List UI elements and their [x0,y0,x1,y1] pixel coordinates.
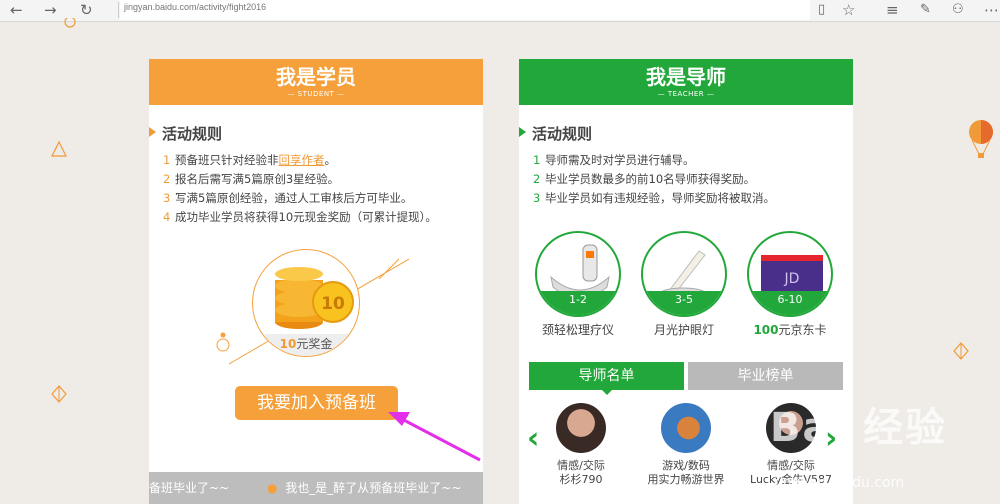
teacher-subtitle: — TEACHER — [657,90,715,98]
mentor-category: 情感/交际 [557,459,605,472]
web-note-icon[interactable]: ✎ [920,0,931,22]
coin-value: 10 [321,294,345,314]
lamp-prize-badge: 3-5 [641,231,727,317]
teacher-header: 我是导师 — TEACHER — [519,59,853,105]
student-rules-list: 1 预备班只针对经验非回享作者。 2 报名后需写满5篇原创3星经验。 3 写满5篇原创… [163,151,437,227]
mentor-card[interactable]: 情感/交际 杉杉790 [531,403,631,487]
prize-item: 3-5 月光护眼灯 [641,231,727,338]
kite-deco-icon-2 [953,342,969,360]
balloon-deco-icon [969,120,993,158]
triangle-deco-icon [51,140,67,157]
browser-toolbar: ← → ↻ jingyan.baidu.com/activity/fight20… [0,0,1000,22]
ring-deco-icon [64,18,76,28]
student-rules-heading: 活动规则 [149,123,222,144]
prize-item: 1-2 颈轻松理疗仪 [535,231,621,338]
prize-rank: 3-5 [643,291,725,315]
triangle-bullet-icon [149,127,156,137]
avatar [556,403,606,453]
jd-card-prize-badge: JD 6-10 [747,231,833,317]
teacher-rules-heading: 活动规则 [519,123,592,144]
author-link[interactable]: 回享作者 [279,153,325,167]
prize-caption: 颈轻松理疗仪 [541,323,614,337]
toolbar-divider [118,2,119,18]
back-icon[interactable]: ← [10,0,23,22]
student-title: 我是学员 [276,65,356,89]
list-item: 3 写满5篇原创经验，通过人工审核后方可毕业。 [163,191,413,205]
forward-icon[interactable]: → [44,0,57,22]
join-prep-class-button[interactable]: 我要加入预备班 [235,386,398,420]
more-icon[interactable]: ⋯ [984,0,999,22]
baidu-jingyan-watermark: Bai 经验 [770,405,948,451]
watermark-url: jingyan.baidu.com [775,475,905,491]
favorite-star-icon[interactable]: ☆ [842,0,855,22]
mentor-category: 游戏/数码 [662,459,710,472]
teacher-tabs: 导师名单 毕业榜单 [529,362,843,395]
prize-label: 10元奖金 [253,334,359,356]
student-header: 我是学员 — STUDENT — [149,59,483,105]
prize-rank: 6-10 [749,291,831,315]
prize-caption: 月光护眼灯 [653,323,714,337]
refresh-icon[interactable]: ↻ [80,0,93,22]
prize-caption: 100元京东卡 [753,323,827,337]
mentor-card[interactable]: 游戏/数码 用实力畅游世界 [636,403,736,487]
address-bar[interactable]: jingyan.baidu.com/activity/fight2016 [120,0,810,20]
tab-mentor-list[interactable]: 导师名单 [529,362,684,395]
tab-graduation-ranking[interactable]: 毕业榜单 [688,362,843,390]
massager-prize-badge: 1-2 [535,231,621,317]
list-item: 4 成功毕业学员将获得10元现金奖励（可累计提现）。 [163,210,437,224]
mentor-name: 杉杉790 [559,473,603,486]
hub-icon[interactable]: ≡ [886,0,899,22]
student-subtitle: — STUDENT — [287,90,345,98]
avatar [661,403,711,453]
list-item: 3 毕业学员如有违规经验，导师奖励将被取消。 [533,191,775,205]
prize-item: JD 6-10 100元京东卡 [747,231,833,338]
mentor-category: 情感/交际 [767,459,815,472]
reading-view-icon[interactable]: ▯ [818,0,825,22]
list-item: 1 导师需及时对学员进行辅导。 [533,153,695,167]
prize-coin-badge: 10 10元奖金 [252,249,360,357]
teacher-title: 我是导师 [646,65,726,89]
teacher-rules-list: 1 导师需及时对学员进行辅导。 2 毕业学员数最多的前10名导师获得奖励。 3 毕业学… [533,151,775,208]
prize-rank: 1-2 [537,291,619,315]
graduation-ticker: 备班毕业了~~ ● 我也_是_醉了从预备班毕业了~~ [149,472,483,504]
share-icon[interactable]: ⚇ [952,0,964,22]
annotation-arrow [388,412,481,462]
list-item: 2 毕业学员数最多的前10名导师获得奖励。 [533,172,756,186]
card-brand: JD [784,271,800,287]
mentor-name: 用实力畅游世界 [647,473,725,486]
triangle-bullet-icon [519,127,526,137]
list-item: 1 预备班只针对经验非回享作者。 [163,153,336,167]
list-item: 2 报名后需写满5篇原创3星经验。 [163,172,340,186]
tab-caret-icon [602,390,612,395]
kite-deco-icon [51,385,67,403]
